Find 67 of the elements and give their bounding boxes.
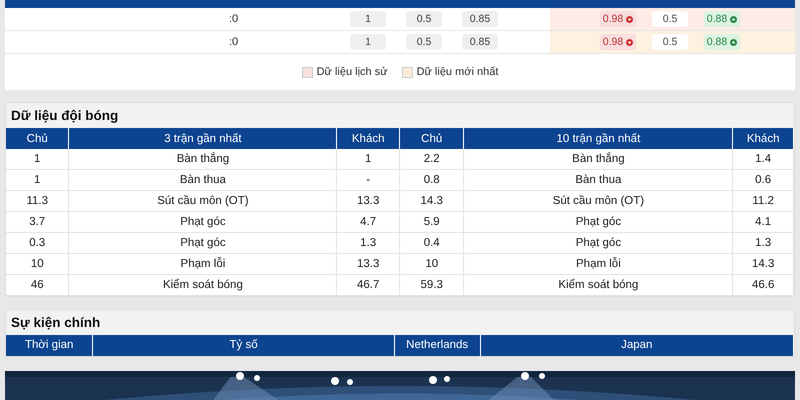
table-cell: 0.3 — [6, 232, 69, 254]
section-title: Dữ liệu đội bóng — [10, 107, 120, 126]
table-cell: Kiểm soát bóng — [68, 274, 337, 296]
legend-label: Dữ liệu lịch sử — [316, 66, 388, 78]
odds-value: 0.88 — [704, 34, 740, 50]
table-cell: Bàn thắng — [464, 149, 733, 170]
table-cell: Sút cầu môn (OT) — [68, 190, 337, 212]
table-cell: Bàn thua — [68, 170, 337, 191]
table-cell: Sút cầu môn (OT) — [464, 190, 733, 212]
down-arrow-icon — [626, 16, 634, 22]
score-text: :0 — [229, 36, 238, 48]
table-cell: Kiểm soát bóng — [464, 274, 733, 296]
odds-value: 1 — [350, 11, 386, 27]
table-cell: 0.6 — [732, 170, 794, 191]
table-cell: 1 — [6, 149, 69, 170]
up-arrow-icon — [730, 16, 738, 22]
table-cell: 46.6 — [732, 274, 794, 296]
odds-value: 0.85 — [462, 34, 498, 50]
column-header: Khách — [336, 128, 400, 150]
odds-value: 1 — [350, 34, 386, 50]
column-header: 3 trận gần nhất — [68, 128, 337, 150]
column-header: Thời gian — [6, 334, 93, 356]
odds-value: 0.98 — [600, 11, 636, 27]
table-cell: 0.4 — [400, 232, 464, 254]
column-header: Chủ — [6, 128, 69, 150]
table-cell: 14.3 — [400, 190, 464, 212]
table-cell: 10 — [6, 254, 69, 275]
column-header: Chủ — [400, 128, 464, 150]
odds-value: 0.85 — [462, 11, 498, 27]
score-text: :0 — [229, 13, 238, 25]
column-header: Khách — [732, 128, 794, 150]
odds-value: 0.5 — [406, 34, 442, 50]
table-cell: 1.4 — [732, 149, 794, 170]
table-cell: 3.7 — [6, 212, 69, 233]
table-cell: 1.3 — [732, 232, 794, 254]
table-cell: Bàn thua — [464, 170, 733, 191]
table-cell: Phạt góc — [464, 232, 733, 254]
down-arrow-icon — [626, 38, 634, 46]
section-title: Sự kiện chính — [10, 314, 102, 332]
odds-value: 0.88 — [704, 11, 740, 27]
legend-label: Dữ liệu mới nhất — [416, 66, 498, 78]
odds-value: 0.98 — [600, 34, 636, 50]
table-cell: 2.2 — [400, 149, 464, 170]
table-cell: Phạt góc — [68, 212, 337, 233]
table-cell: 1 — [6, 170, 69, 191]
table-cell: Phạm lỗi — [464, 254, 733, 275]
column-header: Japan — [480, 334, 794, 356]
table-cell: 0.8 — [400, 170, 464, 191]
table-cell: 10 — [400, 254, 464, 275]
table-cell: 11.2 — [732, 190, 794, 212]
table-cell: Phạt góc — [464, 212, 733, 233]
table-cell: 5.9 — [400, 212, 464, 233]
table-cell: 46 — [6, 274, 69, 296]
table-cell: 59.3 — [400, 274, 464, 296]
odds-value: 0.5 — [406, 11, 442, 27]
table-cell: Bàn thắng — [68, 149, 337, 170]
table-cell: Phạm lỗi — [68, 254, 337, 275]
column-header: Tỷ số — [92, 334, 394, 356]
column-header: 10 trận gần nhất — [464, 128, 733, 150]
table-cell: 14.3 — [732, 254, 794, 275]
up-arrow-icon — [730, 38, 738, 46]
table-cell: 4.1 — [732, 212, 794, 233]
table-cell: 11.3 — [6, 190, 69, 212]
table-cell: Phạt góc — [68, 232, 337, 254]
odds-value: 0.5 — [652, 34, 688, 50]
column-header: Netherlands — [394, 334, 480, 356]
odds-value: 0.5 — [652, 11, 688, 27]
